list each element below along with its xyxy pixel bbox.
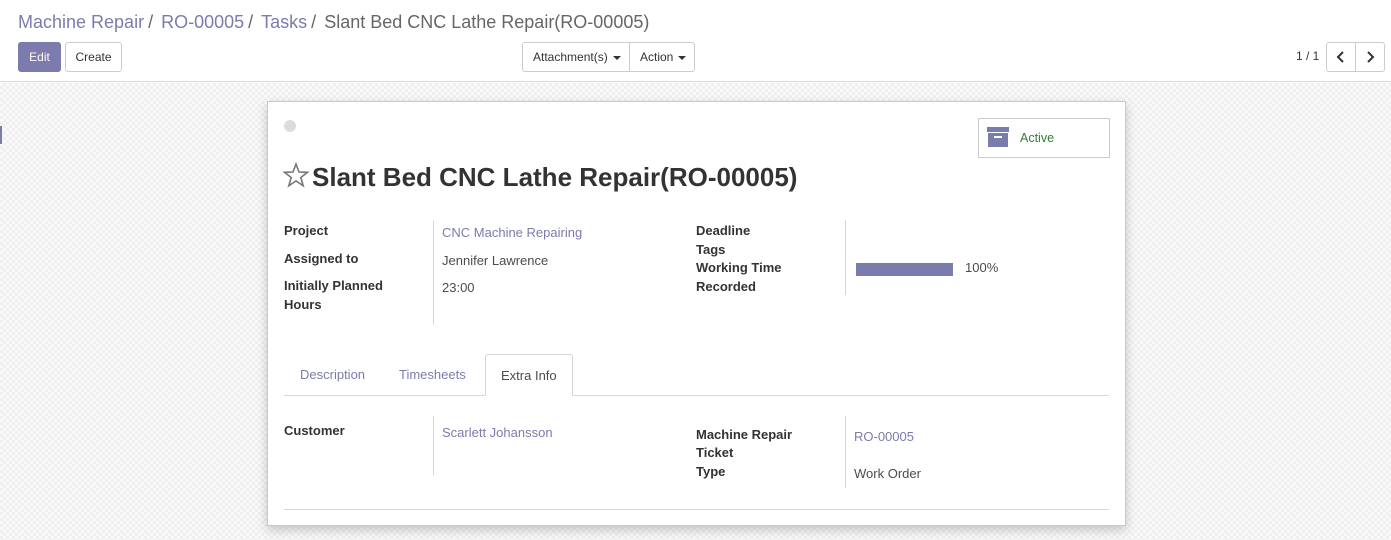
tab-description[interactable]: Description xyxy=(300,360,365,396)
chevron-left-icon xyxy=(1336,51,1344,63)
action-dropdown[interactable]: Action xyxy=(630,42,695,72)
field-separator xyxy=(845,416,846,488)
working-time-progress-bar xyxy=(856,263,953,276)
machine-repair-ticket-label-line1: Machine Repair xyxy=(696,427,793,442)
status-label: Active xyxy=(1020,131,1055,145)
field-separator xyxy=(433,220,434,325)
breadcrumb-separator: / xyxy=(148,12,154,32)
sheet-bottom-divider xyxy=(284,509,1109,510)
pager-next-button[interactable] xyxy=(1355,42,1385,72)
planned-hours-label-line1: Initially Planned xyxy=(284,278,383,293)
attachments-dropdown-label: Attachment(s) xyxy=(533,50,608,64)
tags-label: Tags xyxy=(696,242,726,257)
control-panel: Machine Repair / RO-00005/Tasks / Slant Bed … xyxy=(0,0,1391,82)
machine-repair-ticket-link[interactable]: RO-00005 xyxy=(854,427,914,446)
task-title[interactable]: Slant Bed CNC Lathe Repair(RO-00005) xyxy=(312,160,797,194)
create-button[interactable]: Create xyxy=(65,42,122,72)
edit-button[interactable]: Edit xyxy=(18,42,61,72)
breadcrumb-current: Slant Bed CNC Lathe Repair(RO-00005) xyxy=(324,12,650,32)
machine-repair-ticket-label-line2: Ticket xyxy=(696,445,734,460)
sidebar-dropdowns: Attachment(s) Action xyxy=(522,42,695,72)
attachments-dropdown[interactable]: Attachment(s) xyxy=(522,42,630,72)
breadcrumb-ro-00005[interactable]: RO-00005 xyxy=(161,12,244,32)
planned-hours-label-line2: Hours xyxy=(284,297,322,312)
field-separator xyxy=(845,220,846,295)
field-separator xyxy=(433,416,434,476)
breadcrumb-machine-repair[interactable]: Machine Repair xyxy=(18,12,144,32)
customer-label: Customer xyxy=(284,423,345,438)
breadcrumb-tasks[interactable]: Tasks xyxy=(261,12,307,32)
breadcrumb-separator: / xyxy=(248,12,254,32)
chevron-right-icon xyxy=(1367,51,1375,63)
working-time-label-line2: Recorded xyxy=(696,279,756,294)
type-label: Type xyxy=(696,464,726,479)
pager-previous-button[interactable] xyxy=(1326,42,1356,72)
caret-down-icon xyxy=(678,55,687,60)
customer-value-link[interactable]: Scarlett Johansson xyxy=(442,423,553,442)
working-time-label-line1: Working Time xyxy=(696,260,782,275)
tab-extra-info[interactable]: Extra Info xyxy=(485,354,573,396)
caret-down-icon xyxy=(612,55,621,60)
kanban-state-icon[interactable] xyxy=(284,120,296,132)
assigned-to-value: Jennifer Lawrence xyxy=(442,253,549,268)
left-edge-marker xyxy=(0,126,2,144)
working-time-percent: 100% xyxy=(965,260,999,275)
breadcrumb-separator: / xyxy=(311,12,317,32)
archive-icon xyxy=(987,127,1009,147)
active-toggle-button[interactable]: Active xyxy=(978,118,1110,158)
project-label: Project xyxy=(284,223,329,238)
planned-hours-value: 23:00 xyxy=(442,280,475,295)
breadcrumb: Machine Repair / RO-00005/Tasks / Slant Bed … xyxy=(18,11,649,33)
working-time-progress-fill xyxy=(856,263,953,276)
assigned-to-label: Assigned to xyxy=(284,251,359,266)
type-value: Work Order xyxy=(854,466,921,481)
star-icon[interactable] xyxy=(283,162,309,188)
tab-timesheets[interactable]: Timesheets xyxy=(399,360,466,396)
pager-value[interactable]: 1 / 1 xyxy=(1296,49,1319,63)
project-value-link[interactable]: CNC Machine Repairing xyxy=(442,223,582,242)
action-dropdown-label: Action xyxy=(640,50,674,64)
deadline-label: Deadline xyxy=(696,223,751,238)
